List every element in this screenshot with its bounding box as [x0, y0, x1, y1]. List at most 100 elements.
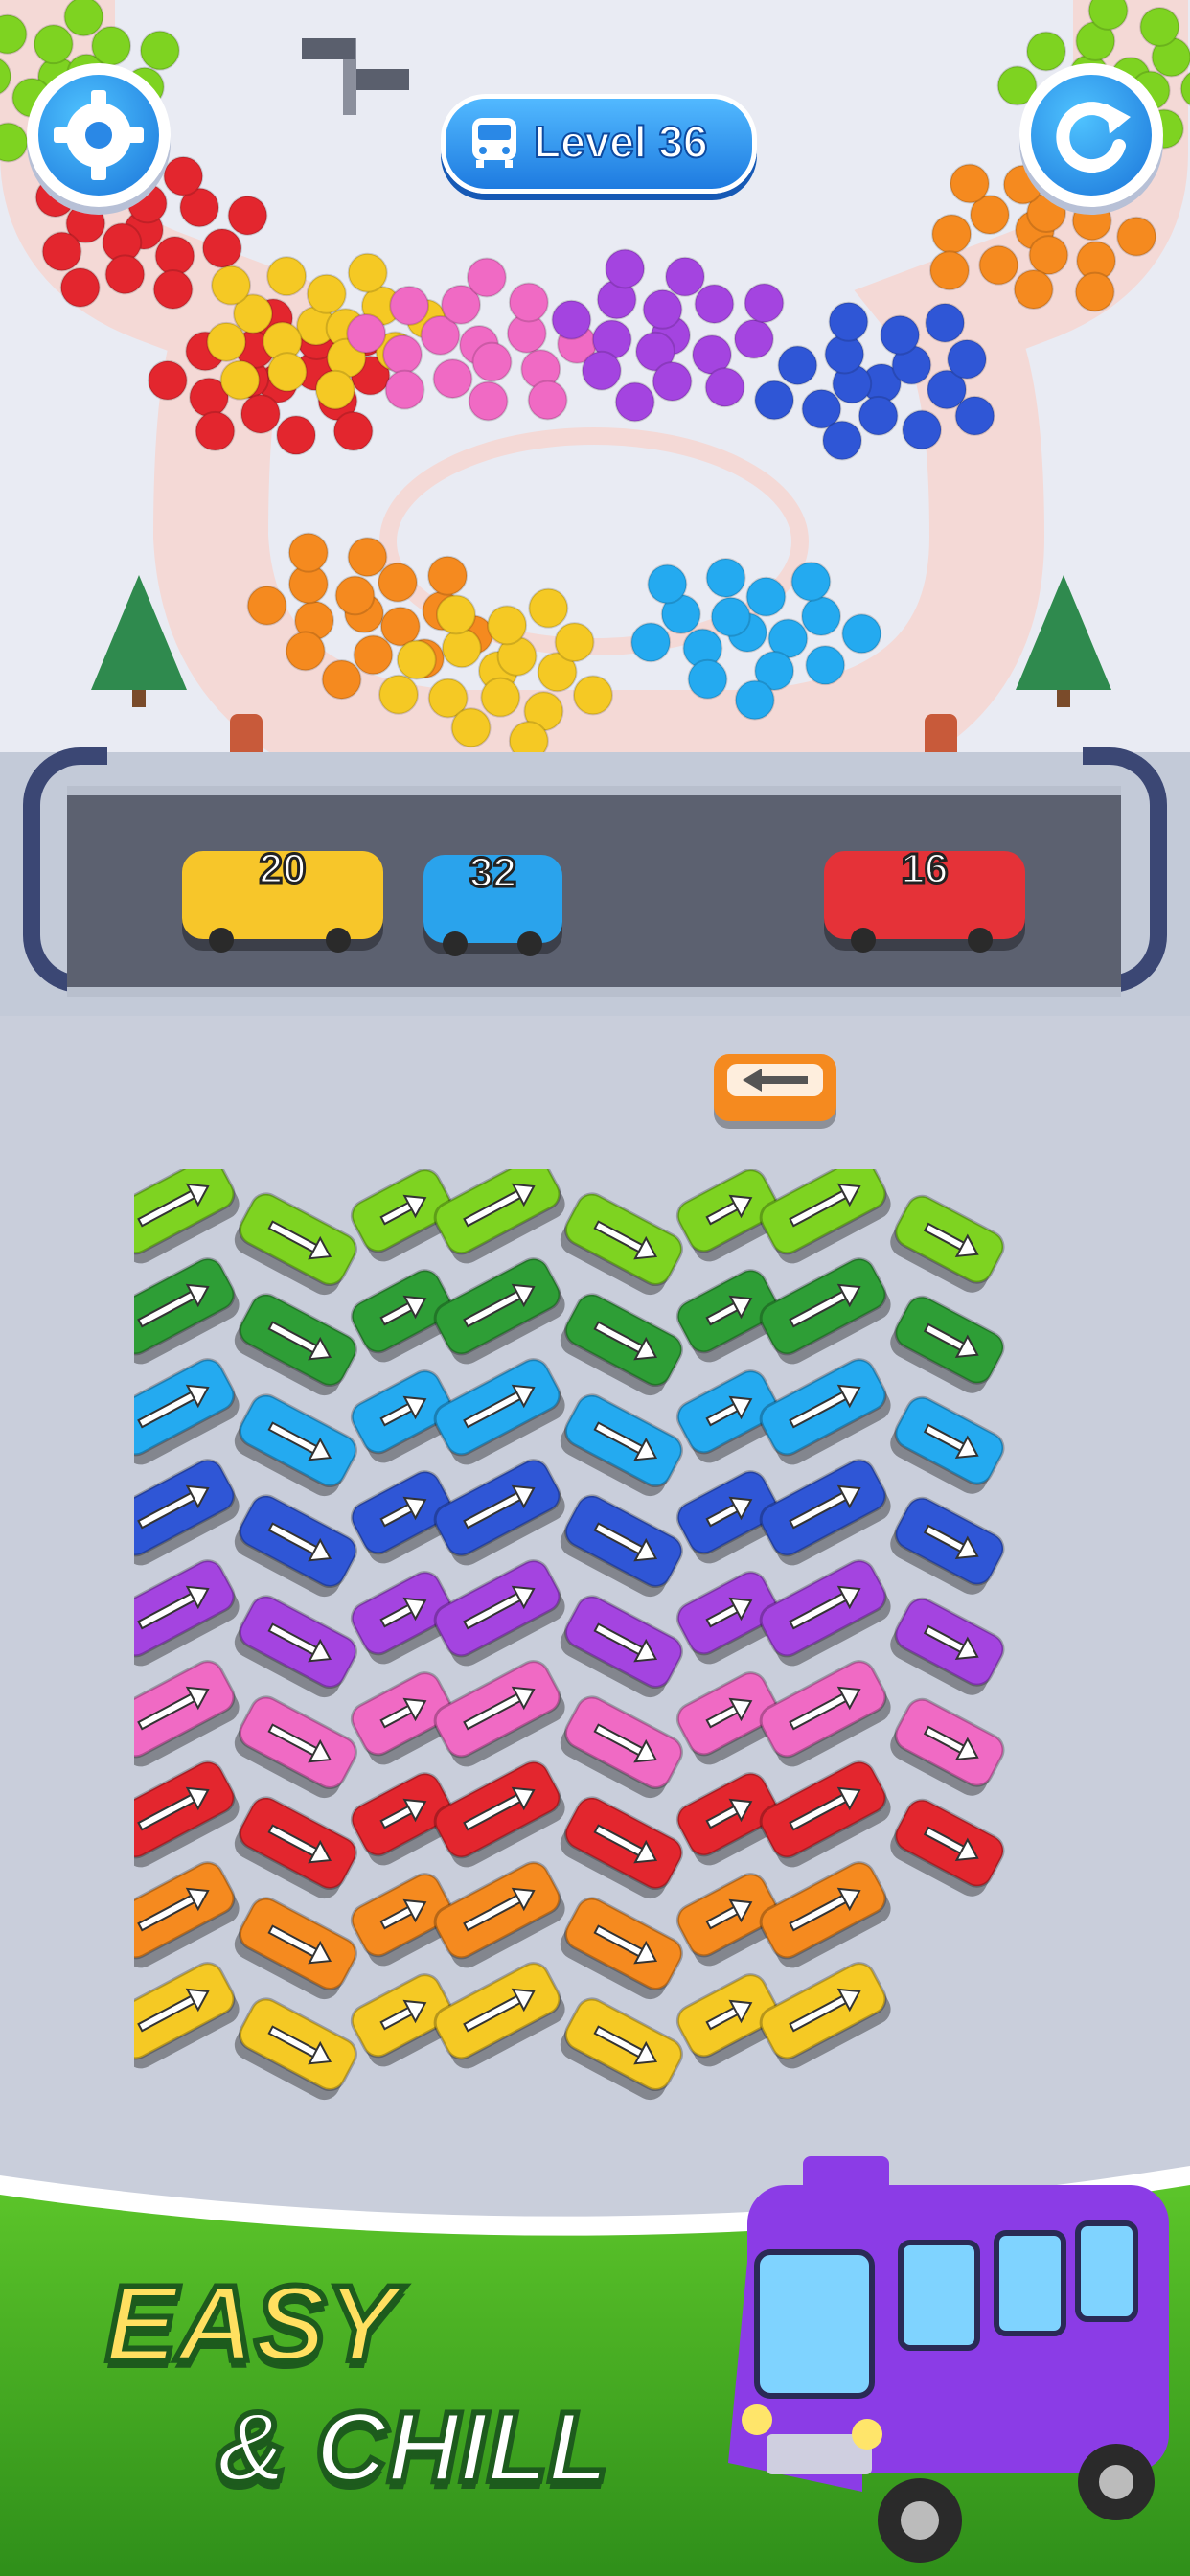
passenger: [480, 677, 521, 718]
passenger: [378, 674, 419, 715]
grid-vehicle[interactable]: [756, 1169, 897, 1269]
passenger: [902, 409, 943, 450]
signpost-icon: [302, 38, 409, 115]
grid-vehicle[interactable]: [555, 1490, 687, 1601]
grid-vehicle[interactable]: [430, 1958, 571, 2074]
passenger: [1013, 268, 1054, 310]
passenger: [710, 596, 751, 637]
passenger: [441, 628, 482, 669]
grid-vehicle[interactable]: [229, 1893, 361, 2004]
passenger: [285, 631, 326, 672]
grid-vehicle[interactable]: [555, 1289, 687, 1400]
grid-vehicle[interactable]: [885, 1694, 1009, 1802]
grid-vehicle[interactable]: [555, 1792, 687, 1903]
grid-vehicle[interactable]: [885, 1191, 1009, 1299]
grid-vehicle[interactable]: [555, 1591, 687, 1702]
bus-capacity: 20: [258, 844, 308, 894]
grid-vehicle[interactable]: [555, 1993, 687, 2104]
level-indicator: Level 36: [441, 94, 757, 194]
grid-vehicle[interactable]: [430, 1656, 571, 1772]
grid-vehicle[interactable]: [885, 1292, 1009, 1399]
passenger: [949, 163, 990, 204]
grid-vehicle[interactable]: [885, 1795, 1009, 1902]
passenger: [929, 250, 971, 291]
passenger: [33, 24, 74, 65]
passenger: [435, 594, 476, 635]
passenger: [266, 352, 308, 393]
passenger: [947, 338, 988, 380]
grid-vehicle[interactable]: [229, 1289, 361, 1400]
grid-vehicle[interactable]: [756, 1757, 897, 1873]
parking-lane: 20 32 16: [67, 786, 1121, 997]
grid-vehicle[interactable]: [134, 1169, 244, 1269]
grid-vehicle[interactable]: [134, 1757, 244, 1873]
passenger: [880, 314, 921, 356]
passenger: [206, 321, 247, 362]
passenger: [605, 248, 646, 289]
grid-vehicle[interactable]: [229, 1490, 361, 1601]
grid-vehicle[interactable]: [229, 1792, 361, 1903]
grid-vehicle[interactable]: [229, 1390, 361, 1501]
passenger: [664, 256, 705, 297]
grid-vehicle[interactable]: [134, 1254, 244, 1369]
grid-vehicle[interactable]: [229, 1691, 361, 1803]
passenger: [754, 380, 795, 421]
passenger: [321, 659, 362, 701]
passenger: [1074, 271, 1115, 312]
restart-button[interactable]: [1019, 63, 1163, 207]
settings-button[interactable]: [27, 63, 171, 207]
slogan-line-1: EASY: [103, 2261, 400, 2386]
passenger: [925, 302, 966, 343]
passenger: [266, 256, 308, 297]
grid-vehicle[interactable]: [134, 1455, 244, 1571]
grid-vehicle[interactable]: [134, 1555, 244, 1671]
passenger: [287, 532, 329, 573]
passenger: [91, 25, 132, 66]
grid-vehicle[interactable]: [756, 1555, 897, 1671]
grid-vehicle[interactable]: [430, 1254, 571, 1369]
grid-vehicle[interactable]: [430, 1555, 571, 1671]
grid-vehicle[interactable]: [885, 1493, 1009, 1600]
grid-vehicle[interactable]: [885, 1392, 1009, 1500]
incoming-vehicle[interactable]: [714, 1054, 836, 1121]
gear-icon: [54, 90, 144, 180]
grid-vehicle[interactable]: [134, 1656, 244, 1772]
grid-vehicle[interactable]: [756, 1254, 897, 1369]
grid-vehicle[interactable]: [430, 1757, 571, 1873]
grid-vehicle[interactable]: [555, 1188, 687, 1300]
grid-vehicle[interactable]: [756, 1857, 897, 1973]
passenger: [978, 244, 1019, 286]
grid-vehicle[interactable]: [229, 1993, 361, 2104]
grid-vehicle[interactable]: [555, 1893, 687, 2004]
grid-vehicle[interactable]: [134, 1857, 244, 1973]
passenger: [396, 639, 437, 680]
grid-vehicle[interactable]: [229, 1188, 361, 1300]
passenger: [346, 313, 387, 355]
grid-vehicle[interactable]: [555, 1390, 687, 1501]
passenger: [195, 410, 236, 451]
passenger: [468, 380, 509, 422]
grid-vehicle[interactable]: [134, 1958, 244, 2074]
grid-vehicle[interactable]: [756, 1455, 897, 1571]
grid-vehicle[interactable]: [430, 1169, 571, 1269]
passenger: [152, 269, 194, 310]
grid-vehicle[interactable]: [756, 1958, 897, 2074]
grid-vehicle[interactable]: [430, 1857, 571, 1973]
passenger: [734, 679, 775, 721]
grid-vehicle[interactable]: [430, 1354, 571, 1470]
passenger: [687, 658, 728, 700]
passenger: [694, 284, 735, 325]
grid-vehicle[interactable]: [756, 1354, 897, 1470]
grid-vehicle[interactable]: [756, 1656, 897, 1772]
grid-vehicle[interactable]: [885, 1594, 1009, 1701]
grid-vehicle[interactable]: [229, 1591, 361, 1702]
grid-vehicle[interactable]: [134, 1354, 244, 1470]
grid-vehicle[interactable]: [555, 1691, 687, 1803]
grid-vehicle[interactable]: [430, 1455, 571, 1571]
passenger: [219, 359, 261, 401]
passenger: [630, 622, 672, 663]
passenger: [801, 596, 842, 637]
passenger: [377, 562, 418, 603]
vehicle-grid[interactable]: [134, 1169, 1054, 2166]
passenger: [227, 195, 268, 236]
